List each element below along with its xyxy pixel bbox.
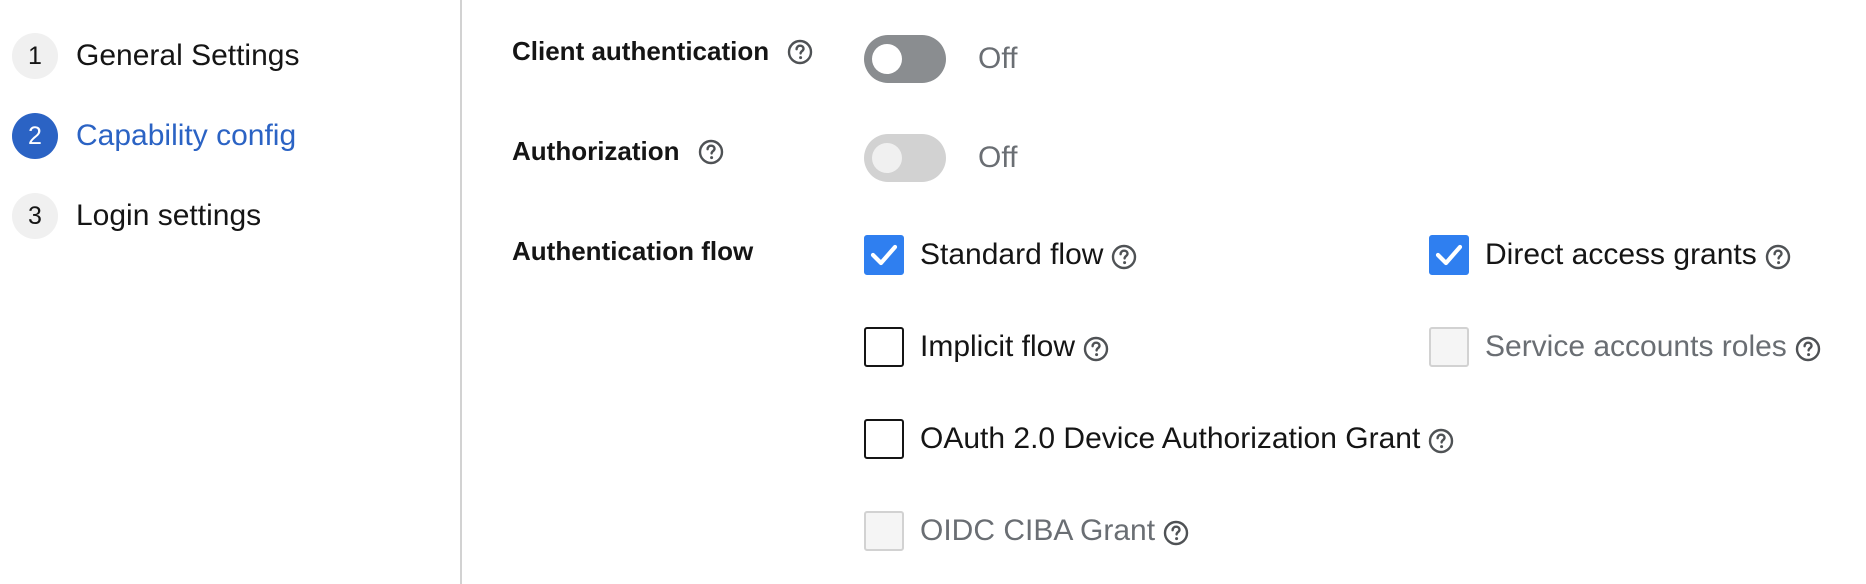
checkbox-label[interactable]: Direct access grants — [1485, 238, 1757, 272]
help-icon[interactable] — [787, 39, 813, 65]
checkmark-icon — [870, 244, 898, 266]
authentication-flow-label: Authentication flow — [512, 236, 753, 267]
direct-access-grants-checkbox[interactable] — [1429, 235, 1469, 275]
help-icon[interactable] — [1163, 520, 1189, 546]
help-icon[interactable] — [698, 139, 724, 165]
standard-flow-checkbox[interactable] — [864, 235, 904, 275]
step-label: Login settings — [76, 199, 262, 232]
service-accounts-roles-option: Service accounts roles — [1429, 325, 1821, 369]
help-icon[interactable] — [1795, 336, 1821, 362]
help-icon[interactable] — [1765, 244, 1791, 270]
direct-access-grants-option: Direct access grants — [1429, 233, 1791, 277]
step-number: 3 — [12, 193, 58, 239]
standard-flow-option: Standard flow — [864, 233, 1137, 277]
wizard-step-login-settings[interactable]: 3 Login settings — [12, 192, 261, 240]
step-number: 2 — [12, 113, 58, 159]
switch-state-text: Off — [978, 141, 1018, 174]
oidc-ciba-grant-checkbox[interactable] — [864, 511, 904, 551]
help-icon[interactable] — [1111, 244, 1137, 270]
implicit-flow-checkbox[interactable] — [864, 327, 904, 367]
client-authentication-label: Client authentication — [512, 36, 813, 67]
step-number: 1 — [12, 33, 58, 79]
switch-knob — [872, 44, 902, 74]
help-icon[interactable] — [1083, 336, 1109, 362]
wizard-nav: 1 General Settings 2 Capability config 3… — [0, 0, 462, 584]
oidc-ciba-grant-option: OIDC CIBA Grant — [864, 509, 1189, 553]
wizard-step-capability-config[interactable]: 2 Capability config — [12, 112, 296, 160]
oauth-device-authorization-grant-checkbox[interactable] — [864, 419, 904, 459]
authorization-control: Off — [864, 134, 1017, 182]
checkbox-label[interactable]: Service accounts roles — [1485, 330, 1787, 364]
client-authentication-control: Off — [864, 35, 1017, 83]
implicit-flow-option: Implicit flow — [864, 325, 1109, 369]
help-icon[interactable] — [1428, 428, 1454, 454]
checkbox-label[interactable]: OIDC CIBA Grant — [920, 514, 1155, 548]
client-wizard: 1 General Settings 2 Capability config 3… — [0, 0, 1866, 584]
step-label: General Settings — [76, 39, 300, 72]
label-text: Authentication flow — [512, 236, 754, 266]
label-text: Authorization — [512, 136, 680, 166]
oauth-device-authorization-grant-option: OAuth 2.0 Device Authorization Grant — [864, 417, 1454, 461]
authorization-switch[interactable] — [864, 134, 946, 182]
checkbox-label[interactable]: OAuth 2.0 Device Authorization Grant — [920, 422, 1420, 456]
service-accounts-roles-checkbox[interactable] — [1429, 327, 1469, 367]
switch-state-text: Off — [978, 42, 1018, 75]
checkmark-icon — [1435, 244, 1463, 266]
checkbox-label[interactable]: Implicit flow — [920, 330, 1075, 364]
client-authentication-switch[interactable] — [864, 35, 946, 83]
wizard-step-general-settings[interactable]: 1 General Settings — [12, 32, 299, 80]
step-label: Capability config — [76, 119, 297, 152]
checkbox-label[interactable]: Standard flow — [920, 238, 1103, 272]
switch-knob — [872, 143, 902, 173]
label-text: Client authentication — [512, 36, 770, 66]
authorization-label: Authorization — [512, 136, 724, 167]
